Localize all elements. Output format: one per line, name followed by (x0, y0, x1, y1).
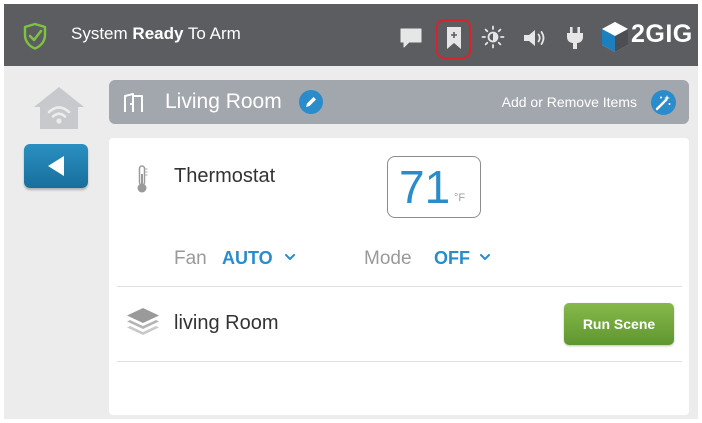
volume-icon[interactable] (522, 28, 548, 48)
chevron-down-icon[interactable] (285, 254, 295, 261)
mode-dropdown[interactable]: OFF (434, 248, 470, 269)
room-door-icon (124, 93, 143, 112)
screen: System Ready To Arm 2GIG Living Room Add… (4, 4, 698, 419)
devices-panel: Thermostat 71 °F Fan AUTO Mode OFF livin… (109, 138, 689, 415)
temperature-value: 71 (399, 161, 451, 213)
thermostat-label: Thermostat (174, 165, 276, 187)
back-arrow-icon (48, 156, 64, 176)
chevron-down-icon[interactable] (480, 254, 490, 261)
status-prefix: System (71, 24, 128, 43)
brightness-icon[interactable] (481, 25, 505, 49)
mode-label: Mode (364, 248, 412, 269)
edit-room-button[interactable] (299, 90, 323, 114)
chat-icon[interactable] (399, 27, 423, 49)
shield-check-icon[interactable] (22, 22, 48, 50)
status-bar: System Ready To Arm 2GIG (4, 4, 698, 66)
add-remove-items-button[interactable] (651, 90, 676, 115)
fan-label: Fan (174, 248, 207, 269)
room-title: Living Room (165, 90, 282, 113)
plug-icon[interactable] (564, 26, 586, 50)
magic-wand-icon (655, 95, 671, 111)
back-button[interactable] (24, 144, 88, 188)
status-suffix: To Arm (187, 24, 241, 43)
divider (117, 286, 682, 287)
room-header: Living Room Add or Remove Items (109, 80, 689, 124)
fan-mode-dropdown[interactable]: AUTO (222, 248, 273, 269)
run-scene-button[interactable]: Run Scene (564, 303, 674, 345)
edit-pencil-icon (306, 97, 316, 107)
system-status-text[interactable]: System Ready To Arm (71, 24, 241, 44)
scene-label: living Room (174, 312, 279, 334)
home-wifi-icon[interactable] (32, 85, 86, 131)
status-bold: Ready (132, 24, 184, 43)
add-remove-items-link[interactable]: Add or Remove Items (502, 94, 637, 110)
layers-icon (127, 308, 159, 335)
divider (117, 361, 682, 362)
brand-logo-text: 2GIG (631, 20, 693, 48)
bookmark-icon[interactable] (446, 26, 462, 50)
temperature-unit: °F (454, 192, 466, 204)
temperature-display[interactable]: 71 °F (387, 156, 481, 218)
thermometer-icon (137, 165, 148, 193)
2gig-logo-icon (602, 22, 628, 52)
